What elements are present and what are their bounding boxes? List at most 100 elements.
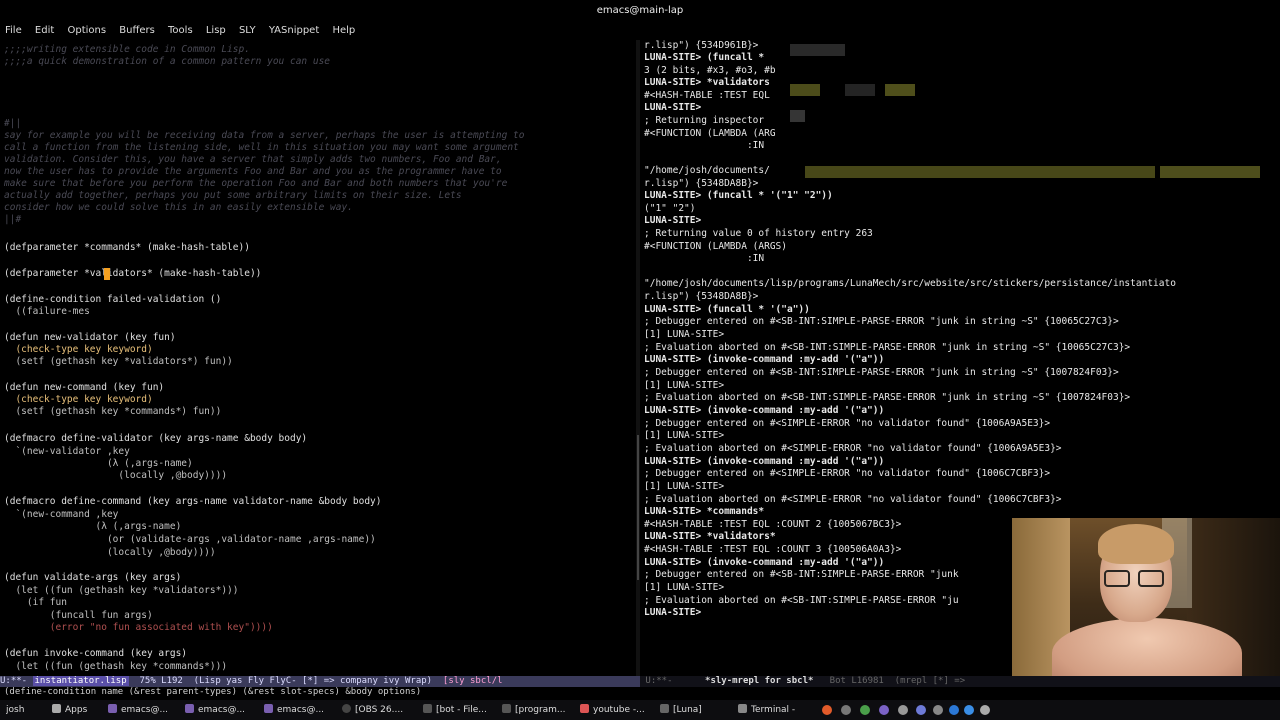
code-line[interactable]: ;;;;writing extensible code in Common Li… — [4, 44, 250, 56]
taskbar-item[interactable]: [bot - File... — [423, 700, 495, 720]
code-line[interactable]: actually add together, perhaps you put s… — [4, 190, 462, 202]
code-line[interactable]: (λ (,args-name) — [4, 458, 193, 470]
repl-line[interactable]: #<HASH-TABLE :TEST EQL :COUNT 3 {100506A… — [644, 544, 901, 556]
repl-line[interactable]: ; Debugger entered on #<SIMPLE-ERROR "no… — [644, 418, 1050, 430]
menu-help[interactable]: Help — [332, 25, 355, 36]
repl-line[interactable]: "/home/josh/documents/lisp/programs/Luna… — [644, 278, 1176, 290]
firefox-icon[interactable] — [822, 705, 832, 715]
menu-options[interactable]: Options — [67, 25, 106, 36]
repl-line[interactable]: LUNA-SITE> (invoke-command :my-add '("a"… — [644, 405, 884, 417]
code-line[interactable]: (setf (gethash key *validators*) fun)) — [4, 356, 232, 368]
taskbar-item[interactable]: [OBS 26.... — [342, 700, 414, 720]
code-line[interactable]: (setf (gethash key *commands*) fun)) — [4, 406, 221, 418]
repl-line[interactable]: LUNA-SITE> (funcall * '("a")) — [644, 304, 810, 316]
code-line[interactable]: `(new-command ,key — [4, 509, 118, 521]
code-line[interactable]: ||# — [4, 214, 21, 226]
repl-line[interactable]: LUNA-SITE> *validators* — [644, 531, 776, 543]
mode-line-editor[interactable]: U:**- instantiator.lisp 75% L192 (Lisp y… — [0, 676, 640, 687]
code-line[interactable]: ;;;;a quick demonstration of a common pa… — [4, 56, 330, 68]
repl-line[interactable]: LUNA-SITE> — [644, 607, 701, 619]
repl-line[interactable]: [1] LUNA-SITE> — [644, 582, 724, 594]
code-line[interactable]: (let ((fun (gethash key *commands*))) — [4, 661, 227, 673]
taskbar-item[interactable]: [Luna] — [660, 700, 732, 720]
code-line[interactable]: (λ (,args-name) — [4, 521, 182, 533]
discord-icon[interactable] — [916, 705, 926, 715]
code-line[interactable]: (funcall fun args) — [4, 610, 153, 622]
repl-line[interactable]: ; Evaluation aborted on #<SB-INT:SIMPLE-… — [644, 595, 959, 607]
repl-line[interactable]: ; Evaluation aborted on #<SB-INT:SIMPLE-… — [644, 392, 1130, 404]
menu-lisp[interactable]: Lisp — [206, 25, 226, 36]
repl-line[interactable]: LUNA-SITE> (invoke-command :my-add '("a"… — [644, 456, 884, 468]
code-line[interactable]: (locally ,@body)))) — [4, 470, 227, 482]
repl-line[interactable]: LUNA-SITE> *validators — [644, 77, 770, 89]
code-line[interactable]: #|| — [4, 118, 21, 130]
repl-line[interactable]: ; Debugger entered on #<SIMPLE-ERROR "no… — [644, 468, 1050, 480]
taskbar-item[interactable]: [program... — [502, 700, 574, 720]
repl-line[interactable]: :IN — [644, 140, 764, 152]
code-line[interactable]: (define-condition failed-validation () — [4, 294, 221, 306]
repl-line[interactable]: ; Evaluation aborted on #<SB-INT:SIMPLE-… — [644, 342, 1130, 354]
code-line[interactable]: (let ((fun (gethash key *validators*))) — [4, 585, 238, 597]
code-line[interactable]: (check-type key keyword) — [4, 394, 152, 406]
tray-icon[interactable] — [841, 705, 851, 715]
repl-line[interactable]: #<FUNCTION (LAMBDA (ARG — [644, 128, 776, 140]
menu-buffers[interactable]: Buffers — [119, 25, 155, 36]
tray-icon[interactable] — [898, 705, 908, 715]
taskbar-item[interactable]: emacs@... — [108, 700, 178, 720]
repl-line[interactable]: ; Returning value 0 of history entry 263 — [644, 228, 873, 240]
code-line[interactable]: (if fun — [4, 597, 67, 609]
code-line[interactable]: ((failure-mes — [4, 306, 89, 318]
code-line[interactable]: (or (validate-args ,validator-name ,args… — [4, 534, 376, 546]
repl-line[interactable]: LUNA-SITE> (funcall * — [644, 52, 764, 64]
tray-icon[interactable] — [964, 705, 974, 715]
menu-tools[interactable]: Tools — [168, 25, 193, 36]
repl-line[interactable]: LUNA-SITE> (invoke-command :my-add '("a"… — [644, 557, 884, 569]
repl-line[interactable]: [1] LUNA-SITE> — [644, 481, 724, 493]
repl-line[interactable]: ; Debugger entered on #<SB-INT:SIMPLE-PA… — [644, 367, 1119, 379]
tray-icon[interactable] — [949, 705, 959, 715]
repl-line[interactable]: LUNA-SITE> (funcall * '("1" "2")) — [644, 190, 833, 202]
code-line[interactable]: make sure that before you perform the op… — [4, 178, 507, 190]
repl-line[interactable]: [1] LUNA-SITE> — [644, 329, 724, 341]
code-line[interactable]: (defun new-command (key fun) — [4, 382, 164, 394]
repl-line[interactable]: #<HASH-TABLE :TEST EQL — [644, 90, 770, 102]
menu-sly[interactable]: SLY — [239, 25, 256, 36]
repl-line[interactable]: #<FUNCTION (LAMBDA (ARGS) — [644, 241, 787, 253]
taskbar-item[interactable]: youtube -... — [580, 700, 652, 720]
code-line[interactable]: (defun invoke-command (key args) — [4, 648, 187, 660]
repl-line[interactable]: r.lisp") {5348DA8B}> — [644, 178, 758, 190]
code-line[interactable]: (defmacro define-command (key args-name … — [4, 496, 382, 508]
modeline-buffer-name[interactable]: instantiator.lisp — [32, 676, 129, 686]
repl-line[interactable]: r.lisp") {534D961B}> — [644, 40, 758, 52]
code-line[interactable]: (defparameter *validators* (make-hash-ta… — [4, 268, 261, 280]
repl-line[interactable]: ; Evaluation aborted on #<SIMPLE-ERROR "… — [644, 443, 1062, 455]
code-line[interactable]: now the user has to provide the argument… — [4, 166, 502, 178]
repl-line[interactable]: ; Debugger entered on #<SB-INT:SIMPLE-PA… — [644, 316, 1119, 328]
scrollbar-thumb[interactable] — [637, 435, 639, 580]
repl-line[interactable]: ; Evaluation aborted on #<SIMPLE-ERROR "… — [644, 494, 1062, 506]
mode-line-repl[interactable]: U:**- *sly-mrepl for sbcl* Bot L16981 (m… — [640, 676, 1280, 687]
code-line[interactable]: validation. Consider this, you have a se… — [4, 154, 502, 166]
code-line[interactable]: call a function from the listening side,… — [4, 142, 519, 154]
repl-line[interactable]: ; Debugger entered on #<SB-INT:SIMPLE-PA… — [644, 569, 959, 581]
repl-line[interactable]: [1] LUNA-SITE> — [644, 430, 724, 442]
code-line[interactable]: consider how we could solve this in an e… — [4, 202, 353, 214]
modeline-right-buffer[interactable]: *sly-mrepl for sbcl* — [705, 676, 813, 686]
code-line[interactable]: (defun validate-args (key args) — [4, 572, 181, 584]
network-icon[interactable] — [933, 705, 943, 715]
repl-line[interactable]: "/home/josh/documents/ — [644, 165, 770, 177]
repl-line[interactable]: :IN — [644, 253, 764, 265]
repl-line[interactable]: LUNA-SITE> — [644, 215, 701, 227]
repl-line[interactable]: LUNA-SITE> (invoke-command :my-add '("a"… — [644, 354, 884, 366]
tray-icon[interactable] — [860, 705, 870, 715]
code-line[interactable]: (defparameter *commands* (make-hash-tabl… — [4, 242, 250, 254]
menu-edit[interactable]: Edit — [35, 25, 54, 36]
taskbar-item[interactable]: Terminal - — [738, 700, 810, 720]
code-line[interactable]: (defun new-validator (key fun) — [4, 332, 176, 344]
repl-line[interactable]: r.lisp") {5348DA8B}> — [644, 291, 758, 303]
repl-line[interactable]: LUNA-SITE> *commands* — [644, 506, 764, 518]
menu-yasnippet[interactable]: YASnippet — [269, 25, 319, 36]
volume-icon[interactable] — [980, 705, 990, 715]
repl-line[interactable]: ; Returning inspector — [644, 115, 764, 127]
repl-line[interactable]: 3 (2 bits, #x3, #o3, #b — [644, 65, 776, 77]
